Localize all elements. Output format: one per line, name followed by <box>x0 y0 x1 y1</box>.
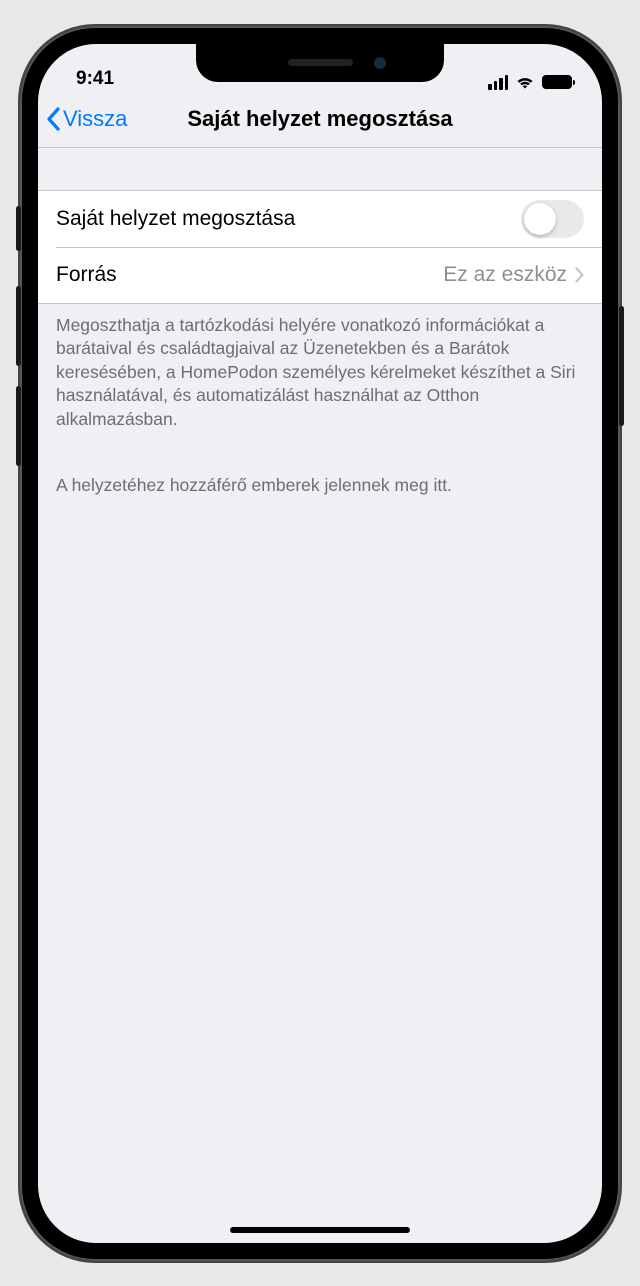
side-button <box>16 206 21 251</box>
footer-note: A helyzetéhez hozzáférő emberek jelennek… <box>38 464 602 508</box>
chevron-right-icon <box>575 267 584 283</box>
screen: 9:41 Vissza Saját helyzet megosztása <box>38 44 602 1243</box>
wifi-icon <box>515 75 535 90</box>
nav-bar: Vissza Saját helyzet megosztása <box>38 92 602 148</box>
status-indicators <box>488 75 572 90</box>
speaker <box>288 59 353 66</box>
camera <box>374 57 386 69</box>
page-title: Saját helyzet megosztása <box>187 106 452 132</box>
toggle-knob <box>524 203 556 235</box>
source-value-wrap: Ez az eszköz <box>443 263 584 287</box>
footer-description: Megoszthatja a tartózkodási helyére vona… <box>38 304 602 442</box>
side-button <box>619 306 624 426</box>
settings-list: Saját helyzet megosztása Forrás Ez az es… <box>38 190 602 304</box>
source-row[interactable]: Forrás Ez az eszköz <box>56 247 602 303</box>
side-button <box>16 386 21 466</box>
side-button <box>16 286 21 366</box>
cellular-icon <box>488 75 508 90</box>
share-location-toggle[interactable] <box>521 200 584 238</box>
source-label: Forrás <box>56 263 117 287</box>
phone-frame: 9:41 Vissza Saját helyzet megosztása <box>20 26 620 1261</box>
source-value: Ez az eszköz <box>443 263 567 287</box>
battery-icon <box>542 75 572 89</box>
share-location-row: Saját helyzet megosztása <box>38 191 602 247</box>
back-button[interactable]: Vissza <box>46 106 127 132</box>
back-label: Vissza <box>63 106 127 132</box>
status-time: 9:41 <box>76 68 114 90</box>
notch <box>196 44 444 82</box>
home-indicator[interactable] <box>230 1227 410 1233</box>
chevron-left-icon <box>46 107 60 131</box>
share-location-label: Saját helyzet megosztása <box>56 207 295 231</box>
